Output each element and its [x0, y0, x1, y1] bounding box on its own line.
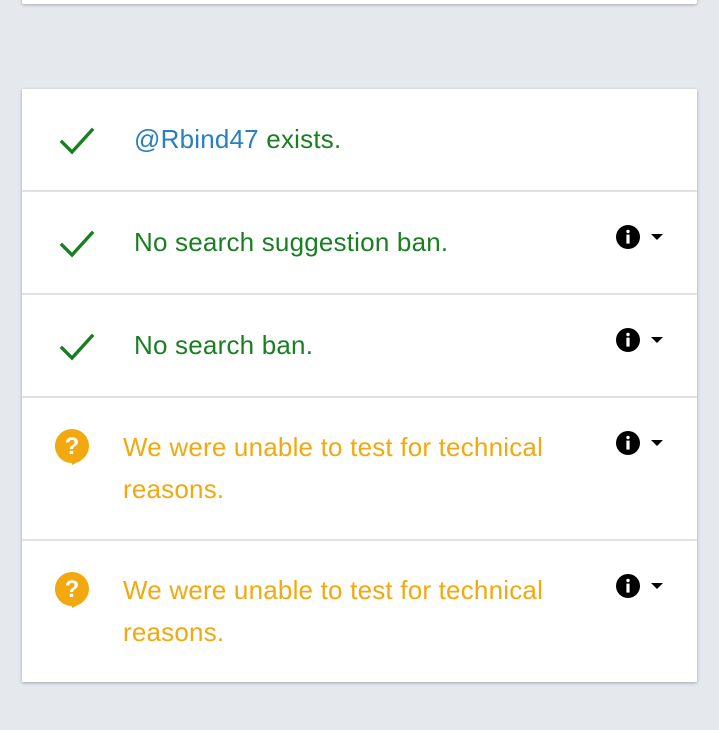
- svg-text:?: ?: [65, 433, 80, 460]
- svg-text:?: ?: [65, 576, 80, 603]
- caret-down-icon[interactable]: [651, 582, 663, 590]
- details-toggle[interactable]: [616, 574, 663, 598]
- info-icon[interactable]: [616, 328, 640, 352]
- result-text: No search suggestion ban.: [134, 227, 449, 257]
- result-row-search-ban[interactable]: No search ban.: [22, 295, 697, 398]
- info-icon[interactable]: [616, 225, 640, 249]
- caret-down-icon[interactable]: [651, 439, 663, 447]
- check-icon: [59, 127, 95, 155]
- info-icon[interactable]: [616, 431, 640, 455]
- result-text: We were unable to test for technical rea…: [123, 432, 544, 504]
- caret-down-icon[interactable]: [651, 336, 663, 344]
- details-toggle[interactable]: [616, 225, 663, 249]
- results-card: @Rbind47 exists. No search suggestion ba…: [22, 89, 697, 682]
- result-text: We were unable to test for technical rea…: [123, 575, 544, 647]
- result-row-exists: @Rbind47 exists.: [22, 89, 697, 192]
- exists-suffix: exists.: [258, 124, 342, 154]
- caret-down-icon[interactable]: [651, 233, 663, 241]
- check-icon: [59, 333, 95, 361]
- exists-text: @Rbind47 exists.: [134, 118, 341, 160]
- previous-card: [22, 0, 697, 4]
- details-toggle[interactable]: [616, 328, 663, 352]
- result-row-search-suggestion-ban[interactable]: No search suggestion ban.: [22, 192, 697, 295]
- user-handle[interactable]: @Rbind47: [134, 124, 259, 154]
- check-icon: [59, 230, 95, 258]
- question-icon: ?: [55, 429, 89, 465]
- question-icon: ?: [55, 572, 89, 608]
- result-text: No search ban.: [134, 330, 314, 360]
- result-row-unknown-1[interactable]: ? We were unable to test for technical r…: [22, 398, 697, 541]
- result-row-unknown-2[interactable]: ? We were unable to test for technical r…: [22, 541, 697, 682]
- info-icon[interactable]: [616, 574, 640, 598]
- details-toggle[interactable]: [616, 431, 663, 455]
